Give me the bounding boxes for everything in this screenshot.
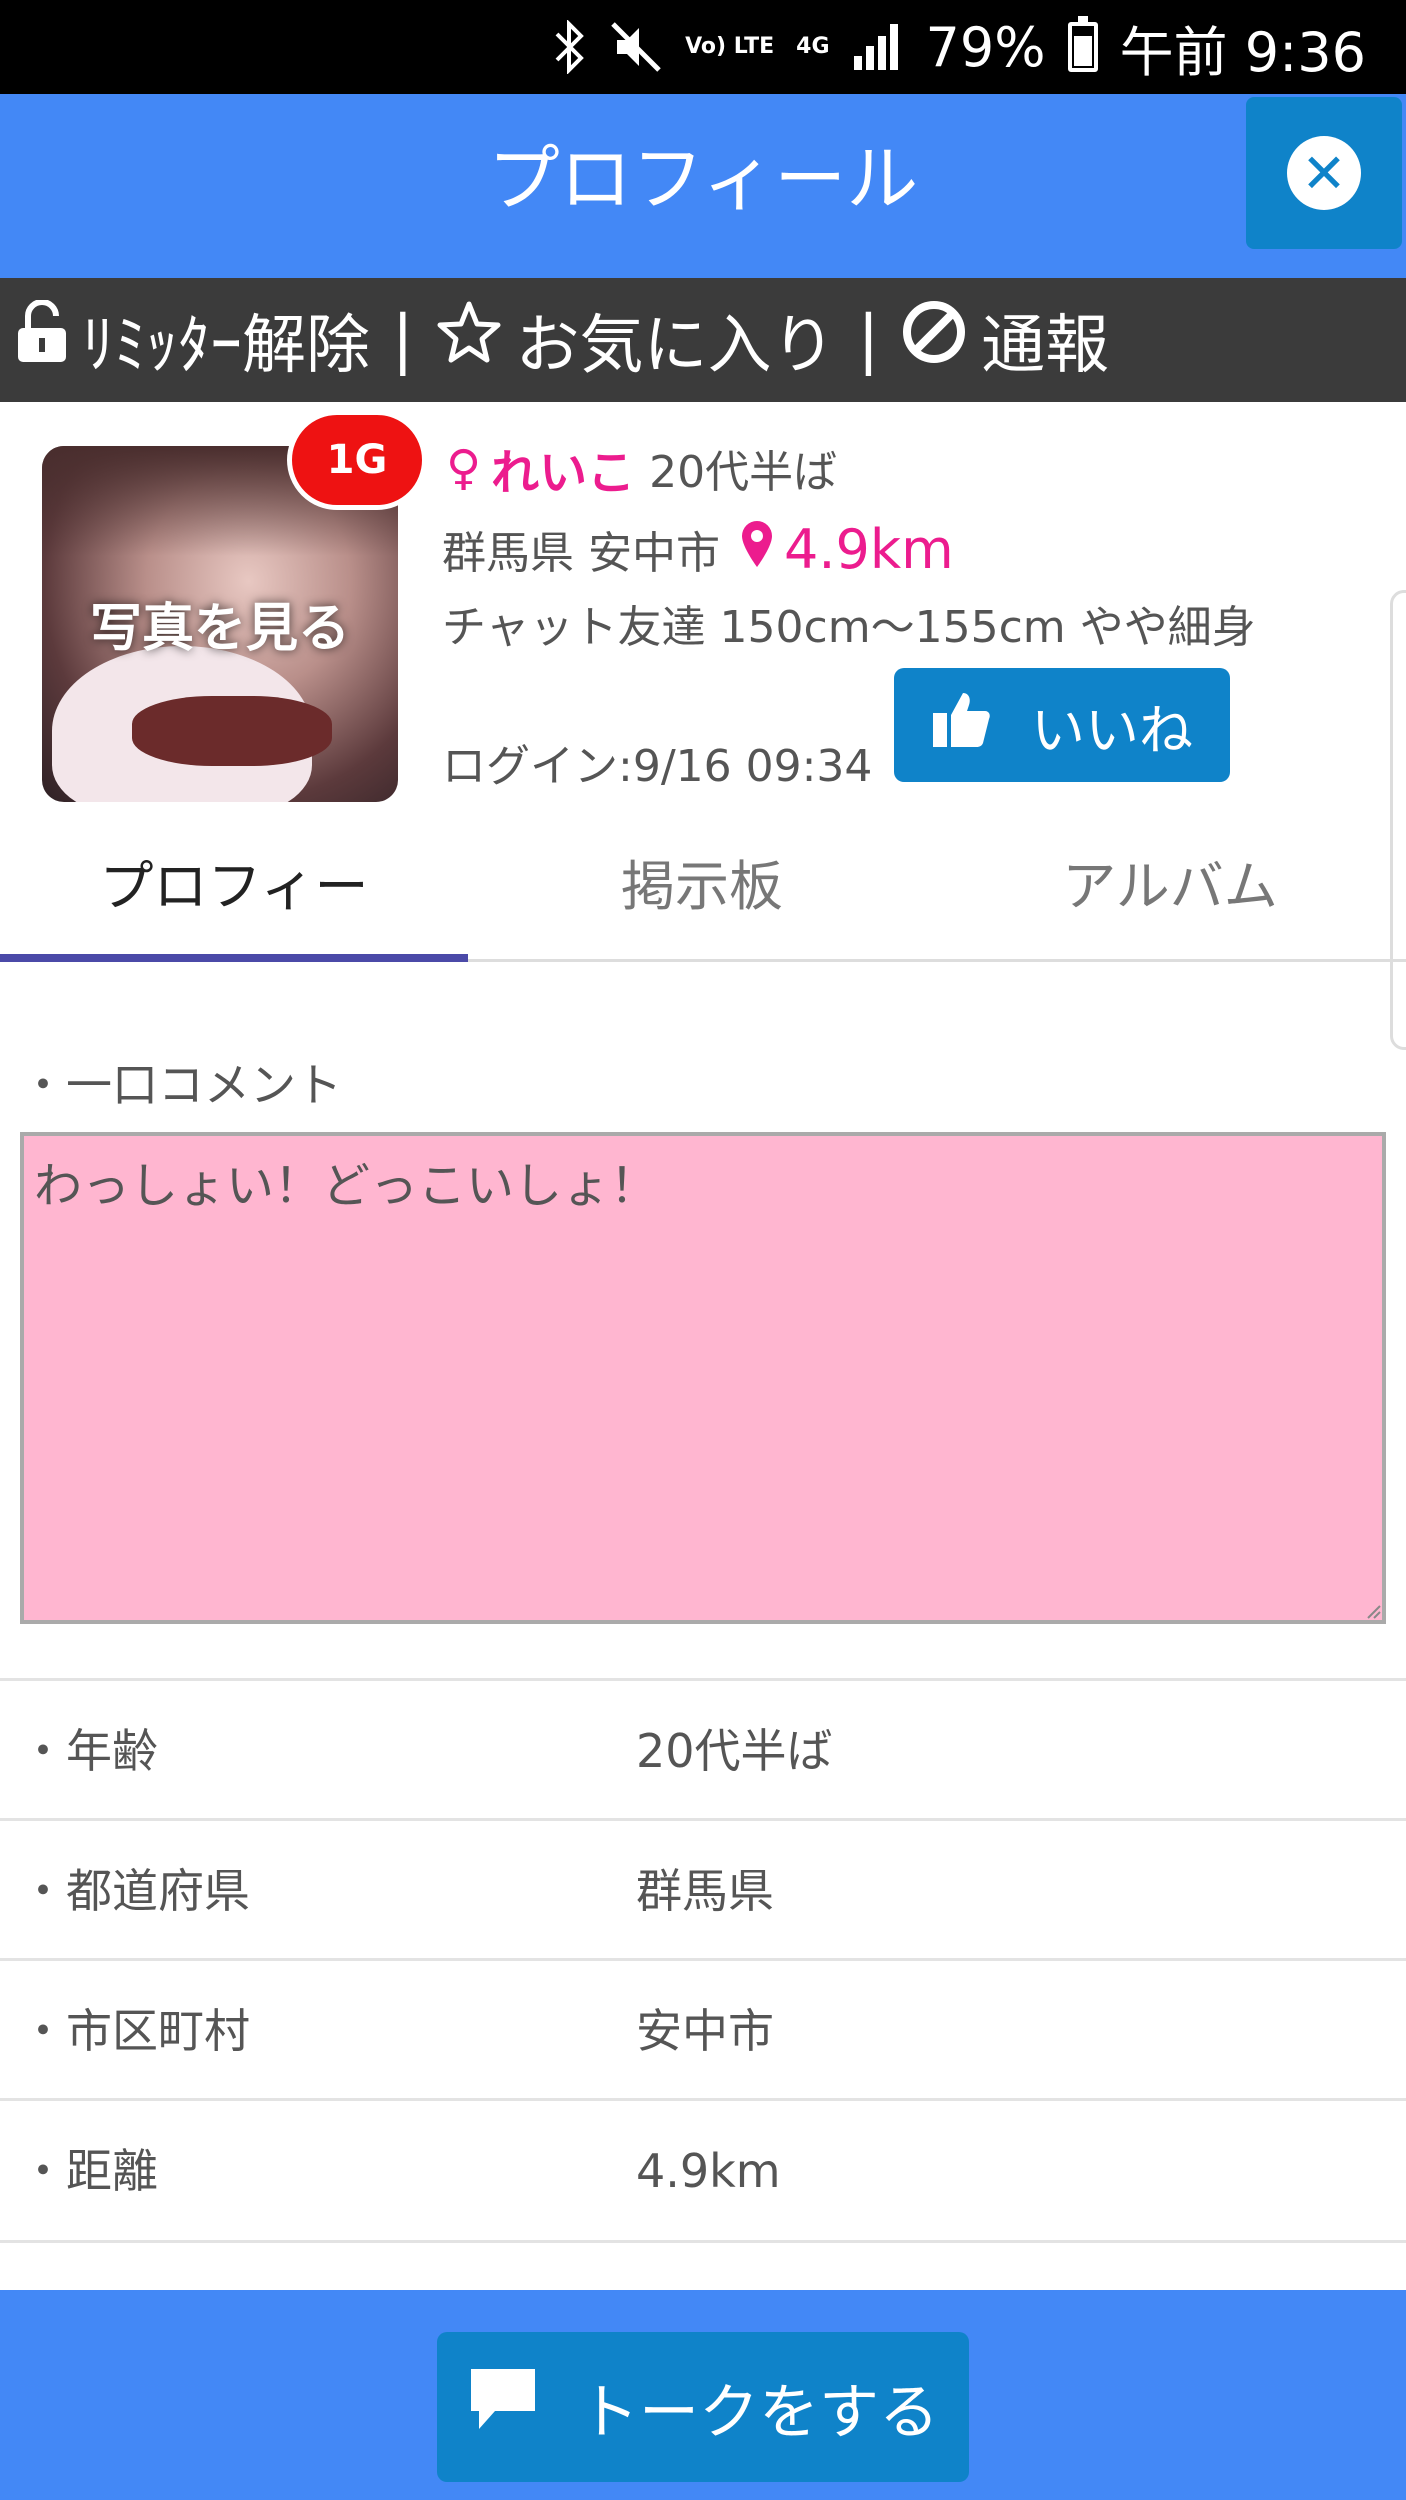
tab-bar: プロフィー 掲示板 アルバム (0, 806, 1406, 962)
user-location: 群馬県 安中市 (442, 528, 720, 579)
battery-icon (1067, 16, 1098, 72)
row-label: ・都道府県 (20, 1864, 250, 1918)
bottom-bar: トークをする (0, 2290, 1406, 2500)
female-icon: ♀ (446, 440, 482, 496)
start-talk-label: トークをする (579, 2377, 939, 2448)
report-label: 通報 (981, 309, 1110, 383)
row-label: ・年齢 (20, 1724, 158, 1778)
active-tab-indicator (0, 954, 468, 962)
app-header: プロフィール ✕ (0, 94, 1406, 278)
detail-row-distance: ・距離 4.9km (0, 2098, 1406, 2238)
limiter-release-button[interactable]: ﾘﾐｯﾀｰ解除 (16, 294, 370, 386)
page-title: プロフィール (487, 137, 919, 221)
clock: 午前 9:36 (1119, 20, 1366, 84)
close-icon: ✕ (1287, 136, 1361, 210)
comment-label: ・一口コメント (20, 1058, 342, 1112)
user-distance: 4.9km (784, 517, 954, 581)
name-row: ♀ れいこ 20代半ば (446, 436, 838, 501)
star-icon (436, 299, 502, 381)
detail-row-prefecture: ・都道府県 群馬県 (0, 1818, 1406, 1958)
close-button[interactable]: ✕ (1246, 97, 1402, 249)
like-button[interactable]: いいね (894, 668, 1230, 782)
detail-row-age: ・年齢 20代半ば (0, 1678, 1406, 1818)
unlock-icon (16, 299, 68, 380)
chat-bubble-icon (467, 2365, 539, 2450)
tab-album[interactable]: アルバム (936, 806, 1404, 956)
comment-textarea[interactable]: わっしょい！どっこいしょ！ (20, 1132, 1386, 1624)
divider: | (392, 303, 414, 377)
network-type-icon: 4G (796, 34, 830, 59)
resize-grip-icon[interactable] (1362, 1600, 1382, 1620)
divider (0, 2240, 1406, 2243)
report-button[interactable]: 通報 (901, 294, 1109, 386)
prohibited-icon (901, 299, 967, 381)
limiter-release-label: ﾘﾐｯﾀｰ解除 (82, 309, 370, 383)
location-row: 群馬県 安中市 4.9km (442, 516, 954, 582)
thumbs-up-icon (931, 689, 991, 762)
tab-profile[interactable]: プロフィー (0, 806, 468, 956)
start-talk-button[interactable]: トークをする (437, 2332, 969, 2482)
row-label: ・距離 (20, 2144, 158, 2198)
user-name: れいこ (491, 445, 636, 501)
mute-icon (609, 20, 663, 74)
bluetooth-icon (553, 20, 587, 74)
signal-icon (852, 22, 904, 72)
action-bar: ﾘﾐｯﾀｰ解除 | お気に入り | 通報 (0, 278, 1406, 402)
row-value: 20代半ば (636, 1724, 833, 1778)
volte-icon: Vo) LTE (685, 34, 775, 59)
row-value: 安中市 (636, 2004, 774, 2058)
battery-percent: 79% (925, 15, 1046, 79)
view-photo-label: 写真を見る (89, 599, 350, 659)
level-badge: 1G (287, 410, 427, 510)
row-value: 群馬県 (636, 1864, 774, 1918)
row-label: ・市区町村 (20, 2004, 250, 2058)
detail-row-city: ・市区町村 安中市 (0, 1958, 1406, 2098)
divider: | (857, 303, 880, 377)
tab-board[interactable]: 掲示板 (468, 806, 936, 956)
user-age: 20代半ば (649, 447, 838, 498)
map-pin-icon (740, 519, 774, 580)
favorite-button[interactable]: お気に入り (436, 294, 836, 386)
last-login: ログイン:9/16 09:34 (442, 741, 873, 792)
status-bar: Vo) LTE 4G 79% 午前 9:36 (0, 0, 1406, 94)
favorite-label: お気に入り (515, 309, 836, 383)
like-label: いいね (1031, 698, 1193, 762)
status-icons: Vo) LTE 4G 79% 午前 9:36 (553, 0, 1366, 94)
row-value: 4.9km (636, 2144, 781, 2198)
user-attributes: チャット友達 150cm〜155cm やや細身 (442, 602, 1256, 653)
